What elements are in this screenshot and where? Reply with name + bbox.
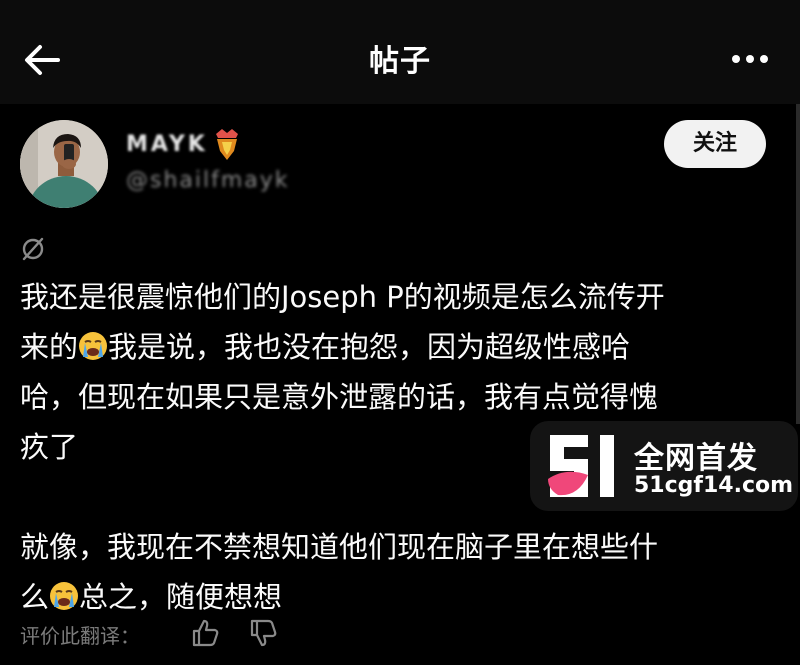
avatar[interactable]	[20, 120, 108, 208]
follow-button[interactable]: 关注	[664, 120, 766, 168]
loudly-crying-face-icon	[50, 582, 79, 610]
scrollbar[interactable]	[796, 104, 800, 424]
thumbs-down-icon[interactable]	[248, 618, 278, 648]
loudly-crying-face-icon	[79, 332, 108, 360]
rate-translation-label: 评价此翻译：	[20, 624, 140, 648]
watermark: 全网首发 51cgf14.com	[530, 421, 798, 511]
watermark-title: 全网首发	[634, 441, 758, 476]
thumbs-up-icon[interactable]	[190, 618, 220, 648]
page-title: 帖子	[369, 44, 431, 79]
no-translation-icon	[22, 237, 44, 261]
51-logo-icon	[548, 435, 614, 497]
top-bar: 帖子	[0, 0, 800, 104]
author-username[interactable]: MAYK	[126, 132, 208, 157]
post-text-2b: 总之，随便想想	[79, 580, 283, 614]
more-horizontal-icon[interactable]	[730, 44, 770, 74]
shield-badge-icon	[216, 129, 238, 160]
watermark-url: 51cgf14.com	[634, 473, 794, 498]
author-handle: @shailfmayk	[126, 168, 290, 193]
